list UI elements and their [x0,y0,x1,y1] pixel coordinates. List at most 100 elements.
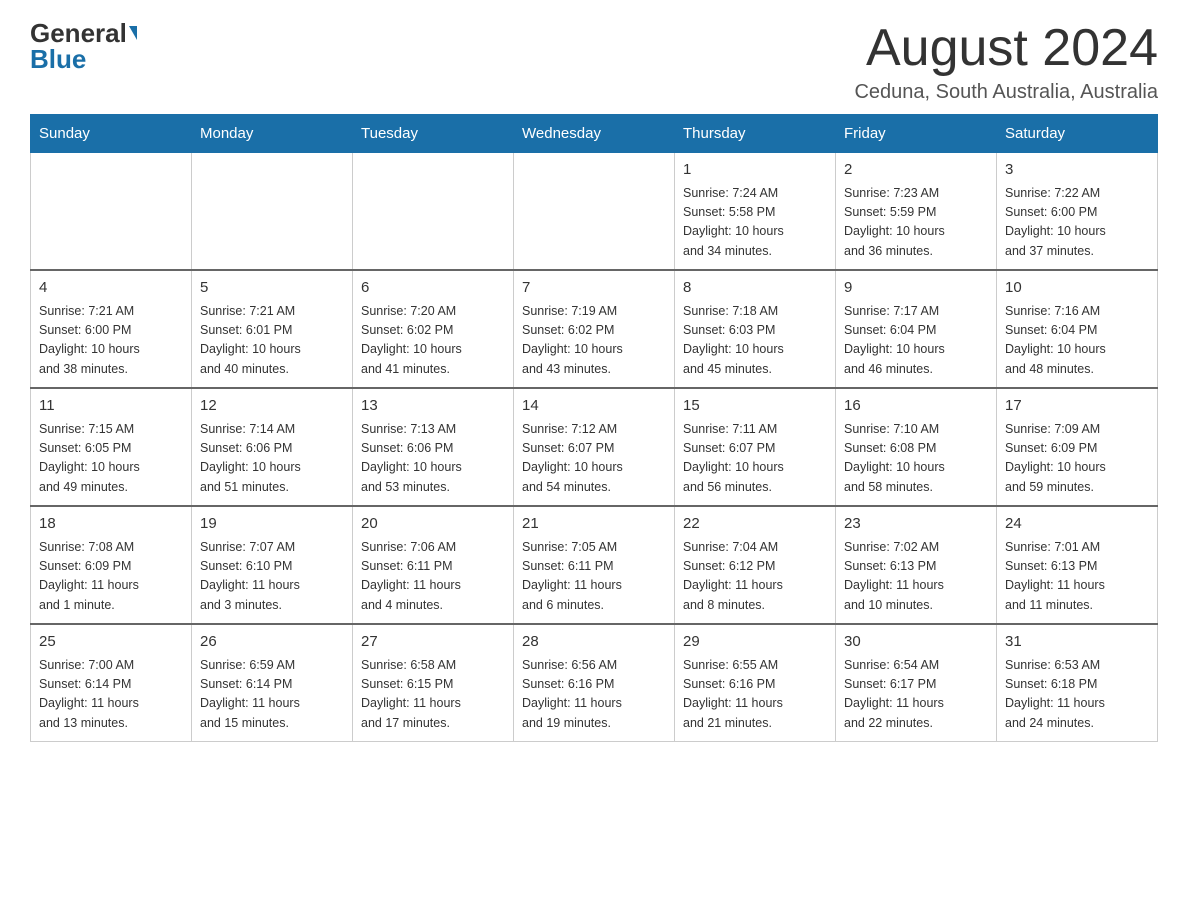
day-info: Sunrise: 7:18 AMSunset: 6:03 PMDaylight:… [683,302,827,380]
calendar-cell: 17Sunrise: 7:09 AMSunset: 6:09 PMDayligh… [997,388,1158,506]
day-info: Sunrise: 7:14 AMSunset: 6:06 PMDaylight:… [200,420,344,498]
day-number: 5 [200,277,344,300]
calendar-cell: 19Sunrise: 7:07 AMSunset: 6:10 PMDayligh… [192,506,353,624]
day-number: 23 [844,513,988,536]
day-number: 17 [1005,395,1149,418]
calendar-cell [31,153,192,271]
day-number: 18 [39,513,183,536]
calendar-week-row-4: 18Sunrise: 7:08 AMSunset: 6:09 PMDayligh… [31,506,1158,624]
calendar-cell: 1Sunrise: 7:24 AMSunset: 5:58 PMDaylight… [675,153,836,271]
day-info: Sunrise: 7:24 AMSunset: 5:58 PMDaylight:… [683,184,827,262]
day-info: Sunrise: 7:07 AMSunset: 6:10 PMDaylight:… [200,538,344,616]
day-number: 4 [39,277,183,300]
calendar-subtitle: Ceduna, South Australia, Australia [854,81,1158,104]
calendar-title: August 2024 [854,20,1158,77]
day-number: 8 [683,277,827,300]
day-info: Sunrise: 7:11 AMSunset: 6:07 PMDaylight:… [683,420,827,498]
day-info: Sunrise: 7:16 AMSunset: 6:04 PMDaylight:… [1005,302,1149,380]
day-info: Sunrise: 6:54 AMSunset: 6:17 PMDaylight:… [844,656,988,734]
logo-blue-text: Blue [30,46,86,72]
calendar-cell: 16Sunrise: 7:10 AMSunset: 6:08 PMDayligh… [836,388,997,506]
calendar-cell [353,153,514,271]
day-info: Sunrise: 7:15 AMSunset: 6:05 PMDaylight:… [39,420,183,498]
day-info: Sunrise: 6:59 AMSunset: 6:14 PMDaylight:… [200,656,344,734]
logo: General Blue [30,20,137,72]
day-number: 21 [522,513,666,536]
calendar-cell: 12Sunrise: 7:14 AMSunset: 6:06 PMDayligh… [192,388,353,506]
day-info: Sunrise: 7:00 AMSunset: 6:14 PMDaylight:… [39,656,183,734]
calendar-cell [192,153,353,271]
day-number: 11 [39,395,183,418]
day-number: 6 [361,277,505,300]
day-number: 22 [683,513,827,536]
calendar-cell: 22Sunrise: 7:04 AMSunset: 6:12 PMDayligh… [675,506,836,624]
calendar-cell: 30Sunrise: 6:54 AMSunset: 6:17 PMDayligh… [836,624,997,742]
day-number: 10 [1005,277,1149,300]
day-number: 7 [522,277,666,300]
calendar-cell: 28Sunrise: 6:56 AMSunset: 6:16 PMDayligh… [514,624,675,742]
calendar-cell: 2Sunrise: 7:23 AMSunset: 5:59 PMDaylight… [836,153,997,271]
weekday-header-tuesday: Tuesday [353,115,514,153]
calendar-cell: 5Sunrise: 7:21 AMSunset: 6:01 PMDaylight… [192,270,353,388]
day-info: Sunrise: 6:58 AMSunset: 6:15 PMDaylight:… [361,656,505,734]
day-info: Sunrise: 6:53 AMSunset: 6:18 PMDaylight:… [1005,656,1149,734]
calendar-cell: 29Sunrise: 6:55 AMSunset: 6:16 PMDayligh… [675,624,836,742]
calendar-cell: 25Sunrise: 7:00 AMSunset: 6:14 PMDayligh… [31,624,192,742]
calendar-cell: 10Sunrise: 7:16 AMSunset: 6:04 PMDayligh… [997,270,1158,388]
title-section: August 2024 Ceduna, South Australia, Aus… [854,20,1158,104]
day-info: Sunrise: 7:02 AMSunset: 6:13 PMDaylight:… [844,538,988,616]
header: General Blue August 2024 Ceduna, South A… [30,20,1158,104]
calendar-cell: 31Sunrise: 6:53 AMSunset: 6:18 PMDayligh… [997,624,1158,742]
day-info: Sunrise: 7:06 AMSunset: 6:11 PMDaylight:… [361,538,505,616]
day-number: 15 [683,395,827,418]
calendar-cell: 14Sunrise: 7:12 AMSunset: 6:07 PMDayligh… [514,388,675,506]
calendar-cell: 8Sunrise: 7:18 AMSunset: 6:03 PMDaylight… [675,270,836,388]
calendar-week-row-5: 25Sunrise: 7:00 AMSunset: 6:14 PMDayligh… [31,624,1158,742]
day-info: Sunrise: 6:56 AMSunset: 6:16 PMDaylight:… [522,656,666,734]
weekday-header-wednesday: Wednesday [514,115,675,153]
calendar-cell: 27Sunrise: 6:58 AMSunset: 6:15 PMDayligh… [353,624,514,742]
calendar-cell: 4Sunrise: 7:21 AMSunset: 6:00 PMDaylight… [31,270,192,388]
weekday-header-sunday: Sunday [31,115,192,153]
calendar-table: SundayMondayTuesdayWednesdayThursdayFrid… [30,114,1158,742]
day-number: 19 [200,513,344,536]
weekday-header-row: SundayMondayTuesdayWednesdayThursdayFrid… [31,115,1158,153]
calendar-cell: 7Sunrise: 7:19 AMSunset: 6:02 PMDaylight… [514,270,675,388]
calendar-cell: 6Sunrise: 7:20 AMSunset: 6:02 PMDaylight… [353,270,514,388]
day-number: 20 [361,513,505,536]
calendar-cell: 15Sunrise: 7:11 AMSunset: 6:07 PMDayligh… [675,388,836,506]
day-info: Sunrise: 7:21 AMSunset: 6:01 PMDaylight:… [200,302,344,380]
calendar-cell: 24Sunrise: 7:01 AMSunset: 6:13 PMDayligh… [997,506,1158,624]
calendar-week-row-2: 4Sunrise: 7:21 AMSunset: 6:00 PMDaylight… [31,270,1158,388]
day-number: 3 [1005,159,1149,182]
day-info: Sunrise: 7:19 AMSunset: 6:02 PMDaylight:… [522,302,666,380]
weekday-header-friday: Friday [836,115,997,153]
day-info: Sunrise: 7:10 AMSunset: 6:08 PMDaylight:… [844,420,988,498]
calendar-cell: 3Sunrise: 7:22 AMSunset: 6:00 PMDaylight… [997,153,1158,271]
calendar-cell: 11Sunrise: 7:15 AMSunset: 6:05 PMDayligh… [31,388,192,506]
day-info: Sunrise: 7:09 AMSunset: 6:09 PMDaylight:… [1005,420,1149,498]
day-info: Sunrise: 7:13 AMSunset: 6:06 PMDaylight:… [361,420,505,498]
calendar-week-row-1: 1Sunrise: 7:24 AMSunset: 5:58 PMDaylight… [31,153,1158,271]
day-info: Sunrise: 6:55 AMSunset: 6:16 PMDaylight:… [683,656,827,734]
day-number: 14 [522,395,666,418]
day-number: 24 [1005,513,1149,536]
day-info: Sunrise: 7:01 AMSunset: 6:13 PMDaylight:… [1005,538,1149,616]
day-number: 9 [844,277,988,300]
day-info: Sunrise: 7:17 AMSunset: 6:04 PMDaylight:… [844,302,988,380]
calendar-cell: 20Sunrise: 7:06 AMSunset: 6:11 PMDayligh… [353,506,514,624]
day-number: 28 [522,631,666,654]
day-number: 12 [200,395,344,418]
calendar-cell: 26Sunrise: 6:59 AMSunset: 6:14 PMDayligh… [192,624,353,742]
calendar-cell: 9Sunrise: 7:17 AMSunset: 6:04 PMDaylight… [836,270,997,388]
day-info: Sunrise: 7:05 AMSunset: 6:11 PMDaylight:… [522,538,666,616]
logo-triangle-icon [129,26,137,40]
day-number: 29 [683,631,827,654]
day-number: 13 [361,395,505,418]
calendar-cell: 23Sunrise: 7:02 AMSunset: 6:13 PMDayligh… [836,506,997,624]
calendar-cell [514,153,675,271]
day-info: Sunrise: 7:22 AMSunset: 6:00 PMDaylight:… [1005,184,1149,262]
calendar-cell: 18Sunrise: 7:08 AMSunset: 6:09 PMDayligh… [31,506,192,624]
day-number: 30 [844,631,988,654]
logo-general-text: General [30,20,127,46]
